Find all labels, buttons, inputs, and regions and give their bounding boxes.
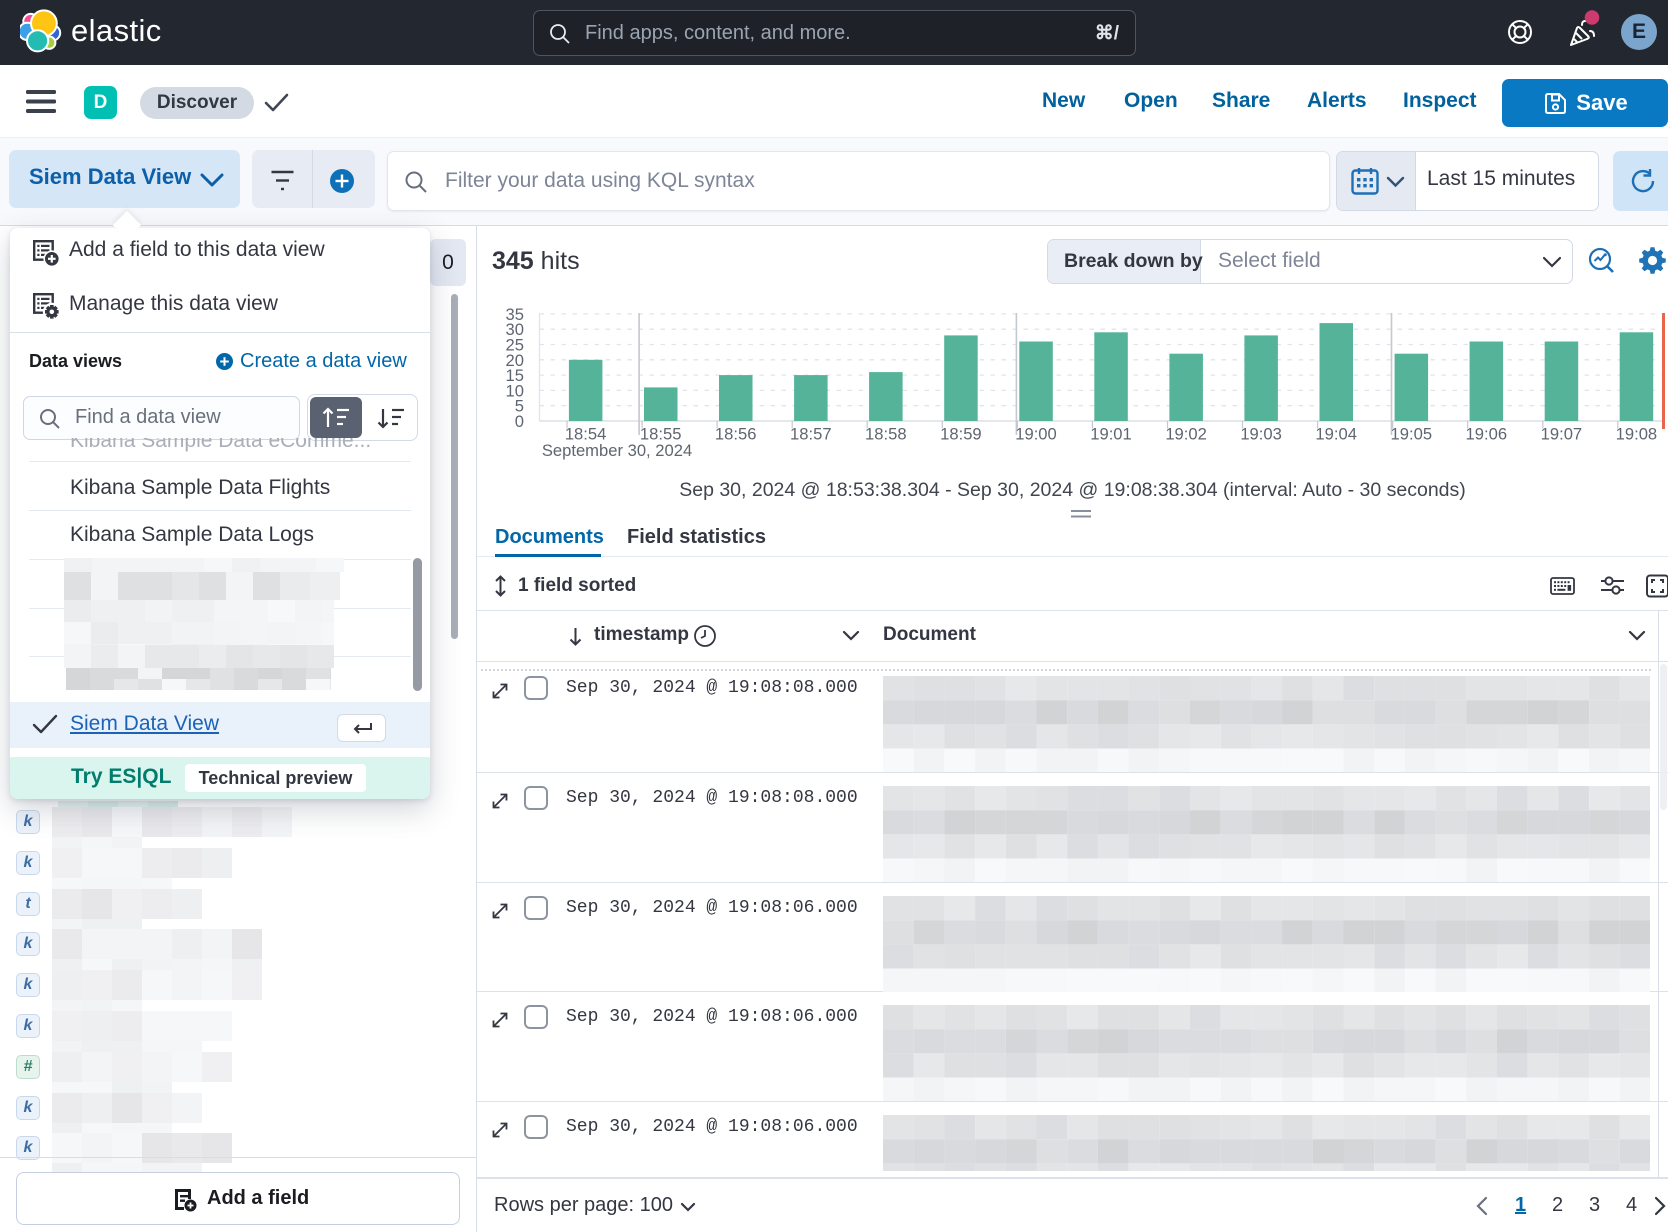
svg-text:19:05: 19:05 — [1391, 425, 1433, 444]
svg-text:18:57: 18:57 — [790, 425, 832, 444]
svg-text:18:56: 18:56 — [715, 425, 757, 444]
svg-text:19:01: 19:01 — [1090, 425, 1132, 444]
svg-text:19:06: 19:06 — [1466, 425, 1508, 444]
svg-text:18:58: 18:58 — [865, 425, 907, 444]
svg-text:19:04: 19:04 — [1315, 425, 1357, 444]
svg-text:19:02: 19:02 — [1165, 425, 1207, 444]
svg-text:19:07: 19:07 — [1541, 425, 1583, 444]
svg-text:19:00: 19:00 — [1015, 425, 1057, 444]
svg-text:19:03: 19:03 — [1240, 425, 1282, 444]
svg-text:35: 35 — [506, 305, 524, 324]
svg-text:19:08: 19:08 — [1616, 425, 1658, 444]
svg-text:September 30, 2024: September 30, 2024 — [542, 441, 692, 460]
svg-text:18:59: 18:59 — [940, 425, 982, 444]
